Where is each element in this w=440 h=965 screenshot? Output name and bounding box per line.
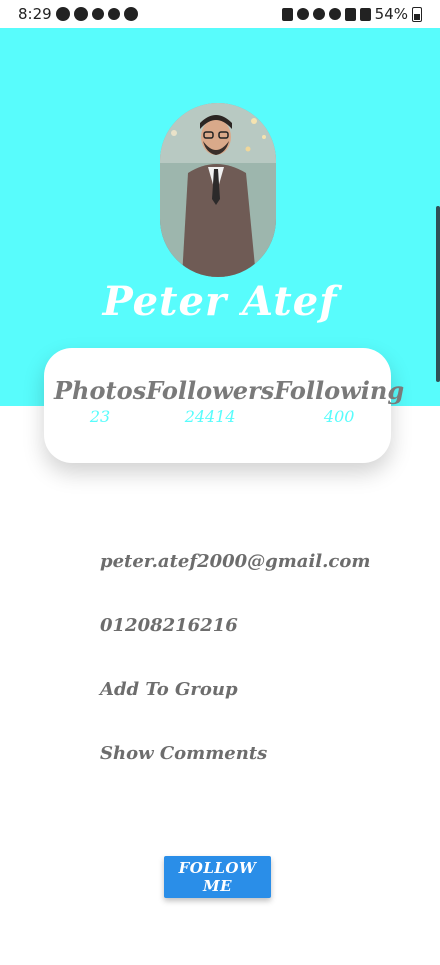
- avatar[interactable]: [160, 103, 276, 277]
- stat-followers[interactable]: Followers 24414: [146, 376, 274, 428]
- app-notification-icon: [73, 7, 88, 21]
- phone-text[interactable]: 01208216216: [100, 615, 238, 636]
- battery-icon: [412, 6, 422, 22]
- status-bar: 8:29 54%: [0, 0, 440, 28]
- alarm-icon: [281, 7, 293, 21]
- phone-call-icon: [55, 7, 70, 21]
- stat-photos-value: 23: [89, 407, 111, 426]
- profile-photo: [160, 103, 276, 277]
- status-time: 8:29: [18, 5, 52, 23]
- stat-following[interactable]: Following 400: [274, 376, 404, 428]
- add-to-group-item[interactable]: Add To Group: [100, 679, 238, 700]
- stat-followers-label: Followers: [146, 376, 275, 405]
- profile-name: Peter Atef: [102, 278, 338, 325]
- scroll-edge-handle[interactable]: [436, 206, 440, 382]
- battery-percent: 54%: [374, 5, 408, 23]
- status-right: 54%: [281, 5, 422, 23]
- stat-following-label: Following: [274, 376, 405, 405]
- signal-icon: [344, 7, 356, 21]
- follow-me-button[interactable]: FOLLOW ME: [164, 856, 271, 898]
- signal-icon-2: [359, 7, 371, 21]
- stat-photos-label: Photos: [54, 376, 147, 405]
- status-left: 8:29: [18, 5, 138, 23]
- stat-photos[interactable]: Photos 23: [54, 376, 146, 428]
- email-text[interactable]: peter.atef2000@gmail.com: [100, 551, 370, 572]
- wifi-icon: [328, 8, 341, 20]
- notification-icon: [107, 8, 120, 20]
- clock-icon: [296, 8, 309, 20]
- sync-icon: [91, 8, 104, 20]
- show-comments-item[interactable]: Show Comments: [100, 743, 267, 764]
- phone-icon: [123, 7, 138, 21]
- stats-card: Photos 23 Followers 24414 Following 400: [44, 348, 404, 463]
- stat-followers-value: 24414: [184, 407, 236, 426]
- stat-following-value: 400: [323, 407, 355, 426]
- mute-icon: [312, 8, 325, 20]
